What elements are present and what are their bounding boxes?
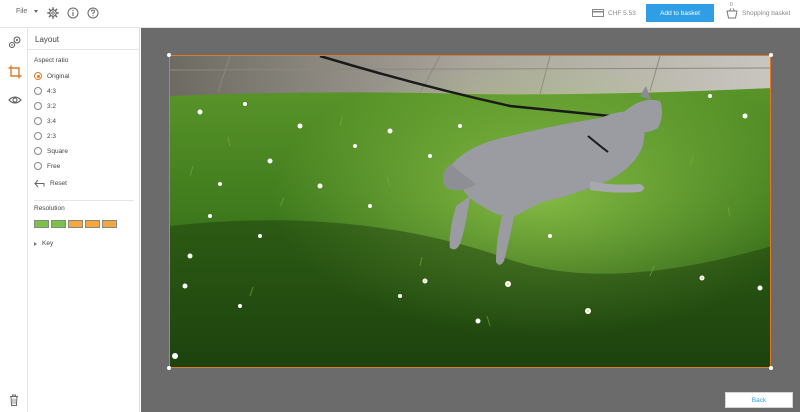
eye-icon[interactable] [8,93,22,107]
info-icon[interactable] [67,7,79,19]
layout-panel: Layout Aspect ratio Original 4:3 3:2 3:4… [28,28,140,412]
file-menu[interactable]: File [16,8,39,15]
cat-on-grass-photo [170,56,770,367]
resolution-label: Resolution [34,205,65,212]
resolution-segment [68,220,83,228]
gear-icon[interactable] [47,7,59,19]
effects-icon[interactable] [8,35,22,49]
aspect-option-free[interactable]: Free [34,162,60,170]
divider [28,49,140,50]
help-icon[interactable] [87,7,99,19]
top-bar: File CHF 5.53 Add to basket 0 Shopping b… [0,0,800,28]
card-icon [592,9,604,17]
aspect-option-label: Free [47,162,61,170]
crop-handle[interactable] [167,366,171,370]
add-to-basket-button[interactable]: Add to basket [646,4,714,22]
basket-count: 0 [730,2,733,8]
chevron-right-icon [34,241,37,246]
resolution-segment [102,220,117,228]
resolution-segment [85,220,100,228]
radio-icon[interactable] [34,117,42,125]
price-label: CHF 5.53 [608,9,636,17]
undo-icon [34,179,45,188]
radio-selected-icon[interactable] [34,72,42,80]
tool-rail [0,28,28,412]
price-display: CHF 5.53 [592,9,636,17]
divider [34,200,134,201]
aspect-option-3-4[interactable]: 3:4 [34,117,56,125]
key-toggle[interactable]: Key [34,240,53,247]
aspect-option-label: 4:3 [47,87,57,95]
key-label: Key [42,240,54,247]
crop-handle[interactable] [769,53,773,57]
image-canvas [141,28,800,412]
basket-icon [726,8,738,19]
radio-icon[interactable] [34,132,42,140]
aspect-ratio-label: Aspect ratio [34,57,69,64]
aspect-option-2-3[interactable]: 2:3 [34,132,56,140]
file-menu-label: File [16,8,28,15]
aspect-option-original[interactable]: Original [34,72,69,80]
shopping-basket-label: Shopping basket [742,9,791,17]
aspect-option-3-2[interactable]: 3:2 [34,102,56,110]
radio-icon[interactable] [34,87,42,95]
radio-icon[interactable] [34,162,42,170]
radio-icon[interactable] [34,147,42,155]
aspect-option-4-3[interactable]: 4:3 [34,87,56,95]
aspect-option-label: 3:2 [47,102,57,110]
photo-crop-frame[interactable] [169,55,771,368]
crop-handle[interactable] [769,366,773,370]
reset-button[interactable]: Reset [34,179,67,188]
back-button[interactable]: Back [725,392,793,408]
aspect-option-label: Square [47,147,68,155]
crop-handle[interactable] [167,53,171,57]
resolution-segment [34,220,49,228]
trash-icon[interactable] [9,394,19,406]
aspect-option-label: 2:3 [47,132,57,140]
aspect-option-square[interactable]: Square [34,147,68,155]
aspect-option-label: 3:4 [47,117,57,125]
panel-title: Layout [35,35,60,44]
aspect-option-label: Original [47,72,70,80]
crop-icon[interactable] [8,65,22,79]
shopping-basket-link[interactable]: 0 Shopping basket [726,2,791,19]
resolution-indicator [34,220,117,228]
resolution-segment [51,220,66,228]
chevron-down-icon [34,10,39,13]
radio-icon[interactable] [34,102,42,110]
reset-label: Reset [50,180,67,187]
